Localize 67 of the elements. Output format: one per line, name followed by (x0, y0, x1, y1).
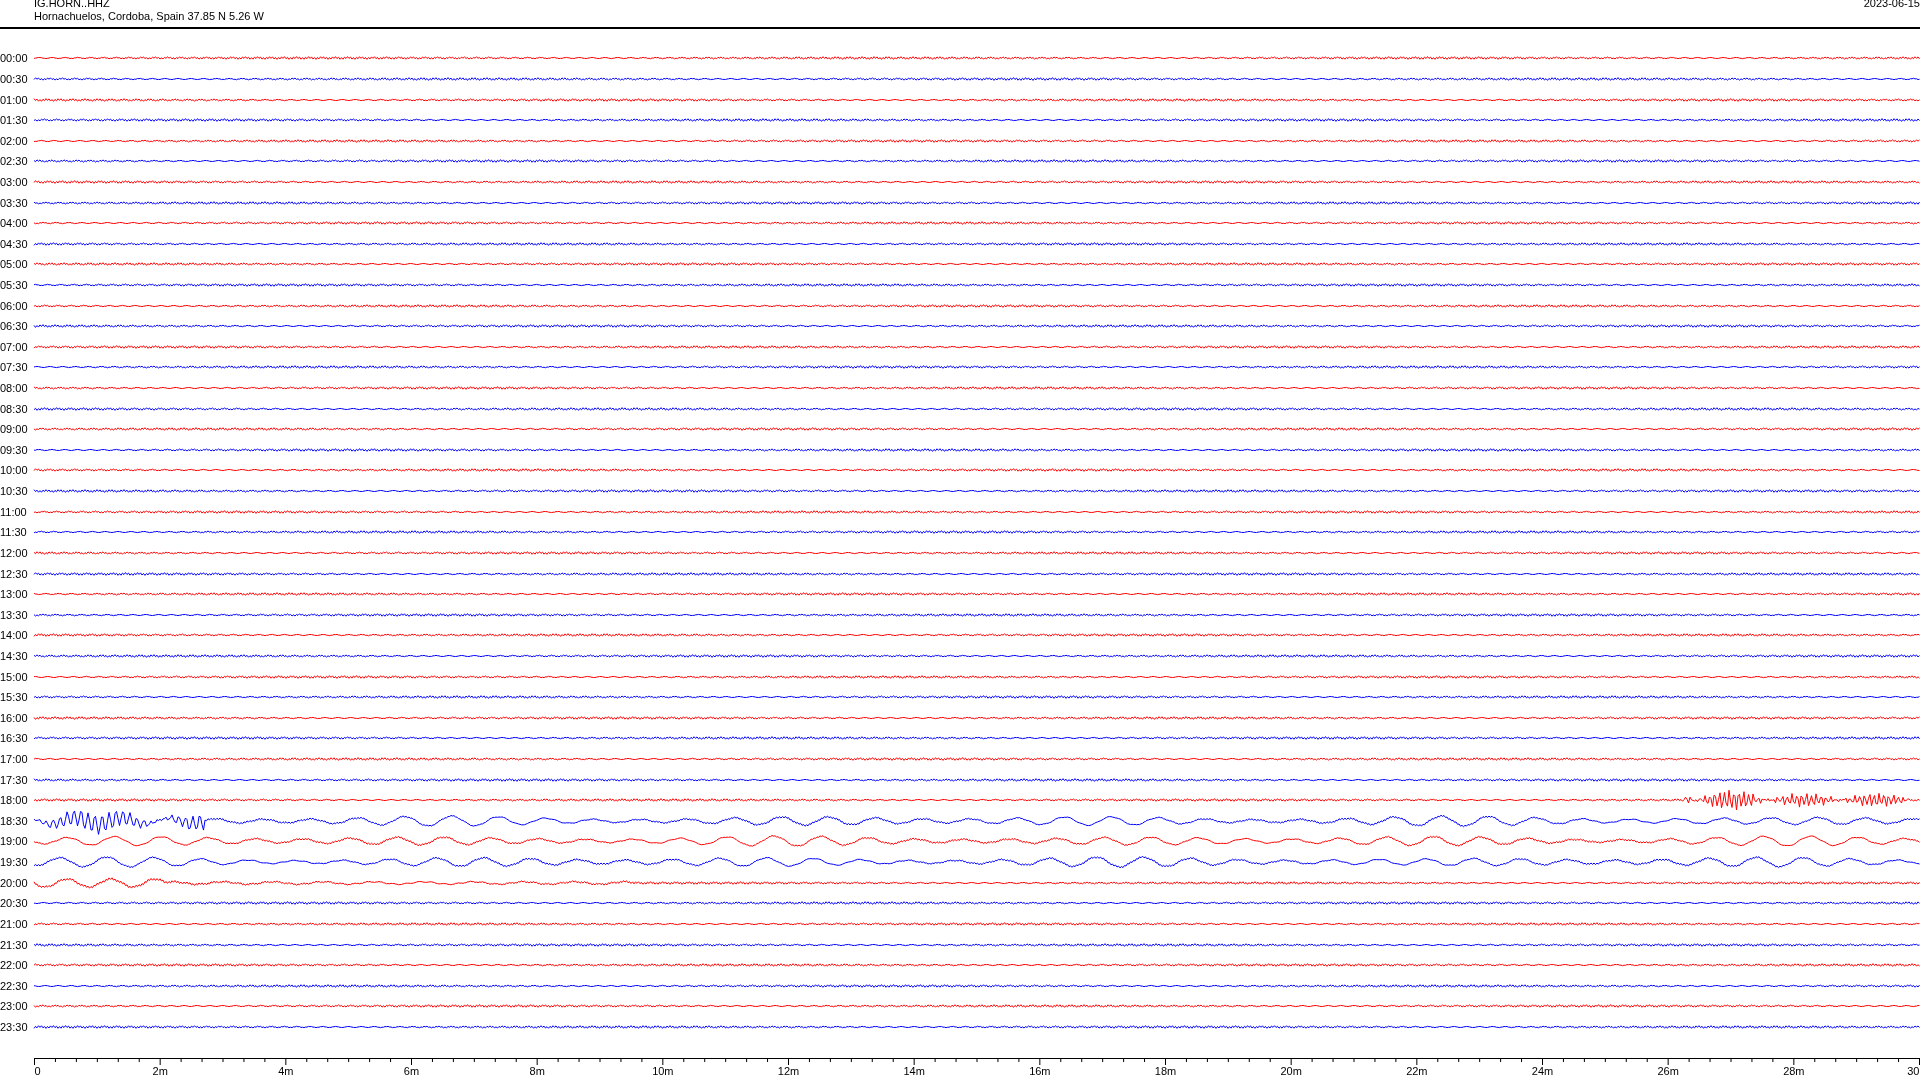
time-label: 19:30 (0, 856, 29, 869)
time-label: 07:00 (0, 340, 29, 353)
axis-tick-label: 14m (903, 1065, 925, 1078)
axis-tick-label: 4m (278, 1065, 294, 1078)
axis-tick-label: 12m (777, 1065, 800, 1078)
axis-tick-label: 26m (1657, 1065, 1679, 1078)
time-label: 11:30 (0, 526, 28, 539)
time-label: 15:00 (0, 670, 29, 683)
time-label: 06:00 (0, 299, 29, 312)
time-label: 14:00 (0, 629, 29, 642)
time-label: 03:30 (0, 196, 29, 209)
time-label: 02:00 (0, 134, 29, 147)
time-label: 21:30 (0, 938, 29, 951)
time-label: 21:00 (0, 917, 29, 930)
axis-tick-label: 10m (652, 1065, 674, 1078)
time-label: 02:30 (0, 155, 29, 168)
time-label: 13:30 (0, 608, 29, 621)
time-label: 23:30 (0, 1020, 29, 1033)
axis-tick-label: 20m (1280, 1065, 1302, 1078)
time-label: 14:30 (0, 649, 29, 662)
axis-tick-label: 30 (1907, 1065, 1920, 1078)
time-label: 00:30 (0, 72, 29, 85)
axis-tick-label: 18m (1154, 1065, 1177, 1078)
station-location: Hornachuelos, Cordoba, Spain 37.85 N 5.26 W (34, 10, 264, 23)
time-label: 05:00 (0, 258, 29, 271)
time-label: 07:30 (0, 361, 29, 374)
time-label: 18:00 (0, 794, 29, 807)
time-label: 08:00 (0, 382, 29, 395)
time-label: 20:30 (0, 897, 29, 910)
date-label: 2023-06-15 (1863, 0, 1920, 11)
time-label: 10:30 (0, 485, 29, 498)
axis-tick-label: 16m (1029, 1065, 1051, 1078)
time-label: 16:30 (0, 732, 29, 745)
axis-tick-label: 2m (152, 1065, 168, 1078)
axis-tick-label: 0 (34, 1065, 41, 1078)
time-label: 01:30 (0, 114, 29, 127)
axis-tick-label: 28m (1783, 1065, 1805, 1078)
time-label: 11:00 (0, 505, 28, 518)
time-label: 20:00 (0, 876, 29, 889)
time-label: 01:00 (0, 93, 29, 106)
axis-tick-label: 8m (529, 1065, 545, 1078)
time-label: 22:30 (0, 979, 29, 992)
time-label: 19:00 (0, 835, 29, 848)
time-label: 12:30 (0, 567, 29, 580)
time-label: 04:30 (0, 237, 29, 250)
time-label: 09:30 (0, 443, 29, 456)
time-label: 16:00 (0, 711, 29, 724)
time-label: 05:30 (0, 279, 29, 291)
time-label: 23:00 (0, 1000, 29, 1013)
time-label: 04:00 (0, 217, 29, 230)
time-label: 13:00 (0, 588, 29, 601)
time-label: 17:30 (0, 773, 29, 786)
time-label: 15:30 (0, 691, 29, 704)
time-label: 18:30 (0, 814, 29, 827)
time-label: 08:30 (0, 402, 29, 415)
axis-tick-label: 24m (1531, 1065, 1554, 1078)
time-label: 10:00 (0, 464, 29, 477)
time-label: 12:00 (0, 546, 29, 559)
axis-tick-label: 22m (1406, 1065, 1428, 1078)
time-label: 06:30 (0, 320, 29, 333)
time-label: 03:00 (0, 175, 29, 188)
time-label: 17:00 (0, 753, 29, 765)
time-label: 22:00 (0, 959, 29, 972)
time-label: 00:00 (0, 52, 29, 65)
time-label: 09:00 (0, 423, 29, 436)
station-code: IG.HORN..HHZ (34, 0, 111, 10)
axis-tick-label: 6m (403, 1065, 420, 1078)
